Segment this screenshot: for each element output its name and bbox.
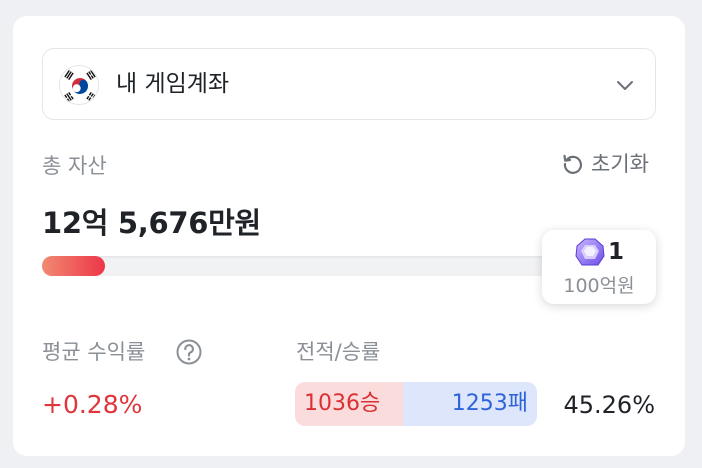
goal-count: 1 [608,239,625,265]
reset-label: 초기화 [591,152,649,176]
win-loss-bar: 1036승 1253패 [295,382,537,426]
wins-count: 1036승 [295,382,403,426]
avg-return-label: 평균 수익률 [42,340,146,364]
account-name: 내 게임계좌 [116,71,230,97]
game-account-card: 내 게임계좌 총 자산 초기화 12억 5,676만원 1 100억원 평균 수… [13,16,685,456]
purple-gem-icon [575,238,605,266]
refresh-icon [563,154,583,174]
question-circle-icon[interactable] [175,338,203,366]
total-assets-value: 12억 5,676만원 [42,206,261,240]
win-rate-value: 45.26% [563,391,655,419]
total-assets-label: 총 자산 [42,154,107,178]
reset-button[interactable]: 초기화 [561,150,649,178]
chevron-down-icon [617,81,633,90]
goal-unit: 100억원 [563,275,635,297]
goal-badge: 1 100억원 [542,230,656,304]
avg-return-value: +0.28% [42,390,143,419]
goal-progress-fill [42,256,105,276]
record-label: 전적/승률 [296,340,381,364]
losses-count: 1253패 [403,382,537,426]
account-selector[interactable]: 내 게임계좌 [42,48,656,120]
korea-flag-icon [59,65,99,105]
